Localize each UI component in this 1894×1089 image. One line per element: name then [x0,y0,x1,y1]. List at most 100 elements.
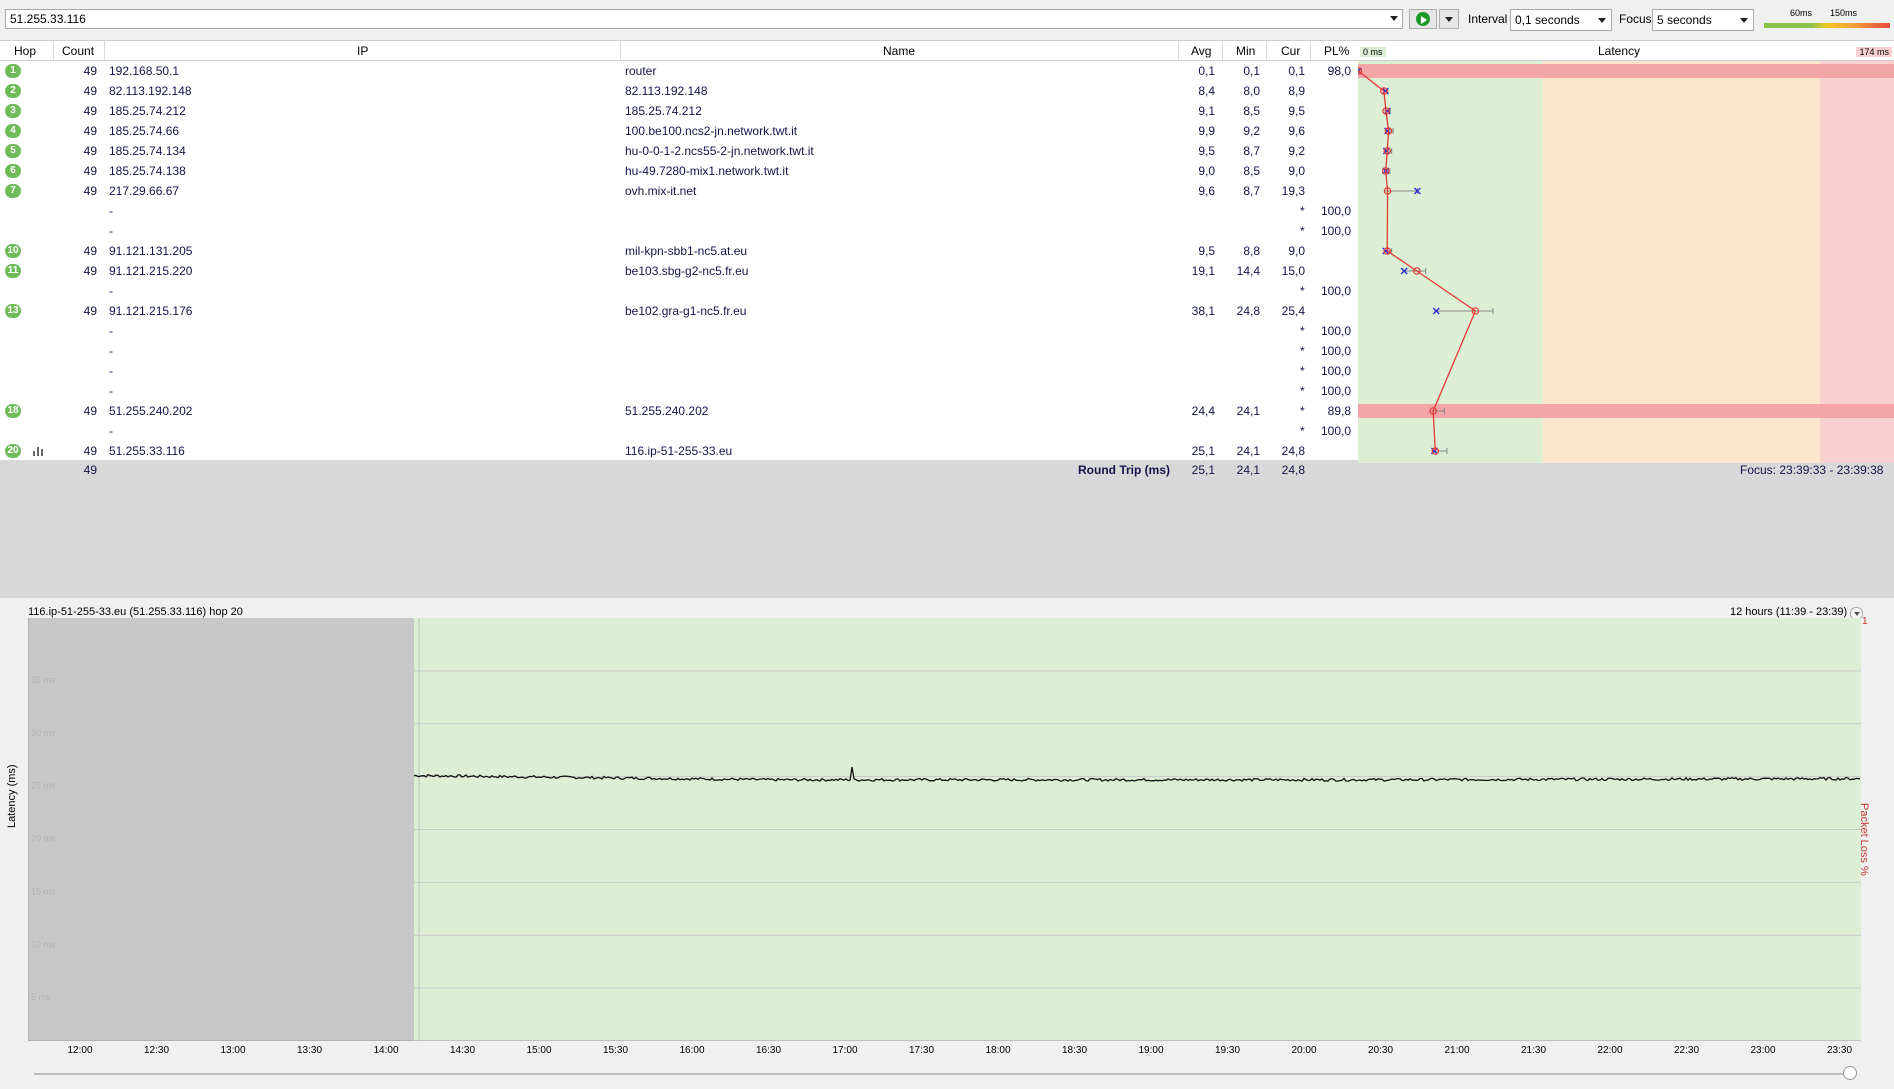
cell-ip: - [109,384,113,398]
y-tick-label: 15 ms [31,886,56,896]
col-ip[interactable]: IP [357,44,368,58]
trace-options-dropdown-button[interactable] [1439,9,1459,29]
cell-cur: 9,2 [1288,144,1305,158]
hop-number-badge: 20 [5,444,21,458]
x-tick-label: 14:00 [373,1045,399,1056]
col-name[interactable]: Name [883,44,915,58]
col-avg[interactable]: Avg [1191,44,1211,58]
col-pl[interactable]: PL% [1324,44,1349,58]
table-row[interactable]: 6 49 185.25.74.138 hu-49.7280-mix1.network.… [0,161,1358,181]
cell-pl: 100,0 [1320,224,1351,238]
hop-number-badge: 18 [5,404,21,418]
cell-min: 24,1 [1236,404,1260,418]
cell-ip: - [109,284,113,298]
cell-count: 49 [83,244,97,258]
cell-count: 49 [83,264,97,278]
col-latency[interactable]: Latency [1598,44,1640,58]
cell-count: 49 [83,144,97,158]
hops-grid: 1 49 192.168.50.1 router 0,1 0,1 0,1 98,0 2 49 82.… [0,61,1358,463]
col-min[interactable]: Min [1236,44,1255,58]
col-count[interactable]: Count [62,44,94,58]
cell-count: 49 [83,84,97,98]
cell-pl: 100,0 [1320,284,1351,298]
table-row[interactable]: 4 49 185.25.74.66 100.be100.ncs2-jn.network… [0,121,1358,141]
cell-ip: 91.121.131.205 [109,244,193,258]
x-tick-label: 15:00 [526,1045,552,1056]
col-cur[interactable]: Cur [1281,44,1300,58]
cell-ip: - [109,204,113,218]
hop-number-badge: 1 [5,64,21,78]
table-row[interactable]: 2 49 82.113.192.148 82.113.192.148 8,4 8,0 8,9 [0,81,1358,101]
cell-ip: 185.25.74.212 [109,104,186,118]
table-row[interactable]: 7 49 217.29.66.67 ovh.mix-it.net 9,6 8,7 19,3 [0,181,1358,201]
table-row[interactable]: 20 49 51.255.33.116 116.ip-51-255-33.eu 25,1… [0,441,1358,461]
focus-label: Focus [1619,12,1652,26]
cell-count: 49 [83,124,97,138]
x-tick-label: 19:00 [1138,1045,1164,1056]
latency-history-chart[interactable]: 05 ms10 ms15 ms20 ms25 ms30 ms35 ms40 [28,618,1861,1041]
history-panel: 116.ip-51-255-33.eu (51.255.33.116) hop … [0,598,1894,1089]
x-tick-label: 21:00 [1444,1045,1470,1056]
cell-name: be103.sbg-g2-nc5.fr.eu [625,264,749,278]
cell-name: 116.ip-51-255-33.eu [625,444,733,458]
target-address-combobox[interactable] [5,9,1403,29]
x-tick-label: 16:30 [755,1045,782,1056]
cell-ip: 185.25.74.134 [109,144,186,158]
table-row[interactable]: - * 100,0 [0,321,1358,341]
cell-name: 51.255.240.202 [625,404,709,418]
x-tick-label: 23:30 [1826,1045,1853,1056]
time-range-slider-thumb[interactable] [1843,1066,1857,1080]
x-tick-label: 16:00 [679,1045,705,1056]
cell-ip: - [109,324,113,338]
x-tick-label: 21:30 [1520,1045,1547,1056]
cell-pl: 100,0 [1320,344,1351,358]
cell-count: 49 [83,64,97,78]
bar-chart-icon[interactable] [33,446,44,456]
hop-number-badge: 6 [5,164,21,178]
time-range-slider[interactable] [34,1073,1854,1075]
table-row[interactable]: - * 100,0 [0,361,1358,381]
y-tick-label: 5 ms [31,992,51,1002]
cell-ip: 192.168.50.1 [109,64,180,78]
interval-select[interactable]: 0,1 seconds [1510,9,1612,31]
cell-pl: 100,0 [1320,424,1351,438]
x-tick-label: 12:00 [67,1045,93,1056]
table-row[interactable]: 10 49 91.121.131.205 mil-kpn-sbb1-nc5.at.eu… [0,241,1358,261]
focus-select[interactable]: 5 seconds [1652,9,1754,31]
cell-name: router [625,64,657,78]
col-hop[interactable]: Hop [14,44,36,58]
table-row[interactable]: 1 49 192.168.50.1 router 0,1 0,1 0,1 98,0 [0,61,1358,81]
x-tick-label: 13:00 [220,1045,246,1056]
table-row[interactable]: - * 100,0 [0,221,1358,241]
packet-loss-max-label: 1 [1862,616,1868,627]
table-row[interactable]: 3 49 185.25.74.212 185.25.74.212 9,1 8,5 9,5 [0,101,1358,121]
history-range[interactable]: 12 hours (11:39 - 23:39) [1730,606,1847,618]
table-row[interactable]: 18 49 51.255.240.202 51.255.240.202 24,4 24,1… [0,401,1358,421]
warning-latency-zone [1542,61,1821,463]
table-row[interactable]: - * 100,0 [0,201,1358,221]
hop-number-badge: 5 [5,144,21,158]
cell-name: 100.be100.ncs2-jn.network.twt.it [625,124,798,138]
focus-time-range: Focus: 23:39:33 - 23:39:38 [1740,463,1884,477]
cell-count: 49 [83,444,97,458]
table-row[interactable]: - * 100,0 [0,341,1358,361]
cell-name: be102.gra-g1-nc5.fr.eu [625,304,747,318]
table-row[interactable]: - * 100,0 [0,281,1358,301]
table-row[interactable]: 11 49 91.121.215.220 be103.sbg-g2-nc5.fr.eu… [0,261,1358,281]
start-trace-button[interactable] [1409,9,1437,29]
table-row[interactable]: 13 49 91.121.215.176 be102.gra-g1-nc5.fr.eu… [0,301,1358,321]
target-address-input[interactable] [6,10,1384,28]
packet-loss-row-highlight [1358,64,1894,78]
cell-ip: - [109,364,113,378]
table-row[interactable]: - * 100,0 [0,421,1358,441]
cell-name: 185.25.74.212 [625,104,702,118]
chevron-down-icon[interactable] [1390,16,1398,21]
x-tick-label: 22:00 [1597,1045,1623,1056]
empty-grid-area [0,463,1894,598]
table-row[interactable]: - * 100,0 [0,381,1358,401]
table-row[interactable]: 5 49 185.25.74.134 hu-0-0-1-2.ncs55-2-jn.ne… [0,141,1358,161]
toolbar: Interval 0,1 seconds Focus 5 seconds 60m… [0,0,1894,40]
hops-grid-header: Hop Count IP Name Avg Min Cur PL% [0,40,1358,61]
cell-cur: 25,4 [1281,304,1305,318]
cell-name: mil-kpn-sbb1-nc5.at.eu [625,244,748,258]
